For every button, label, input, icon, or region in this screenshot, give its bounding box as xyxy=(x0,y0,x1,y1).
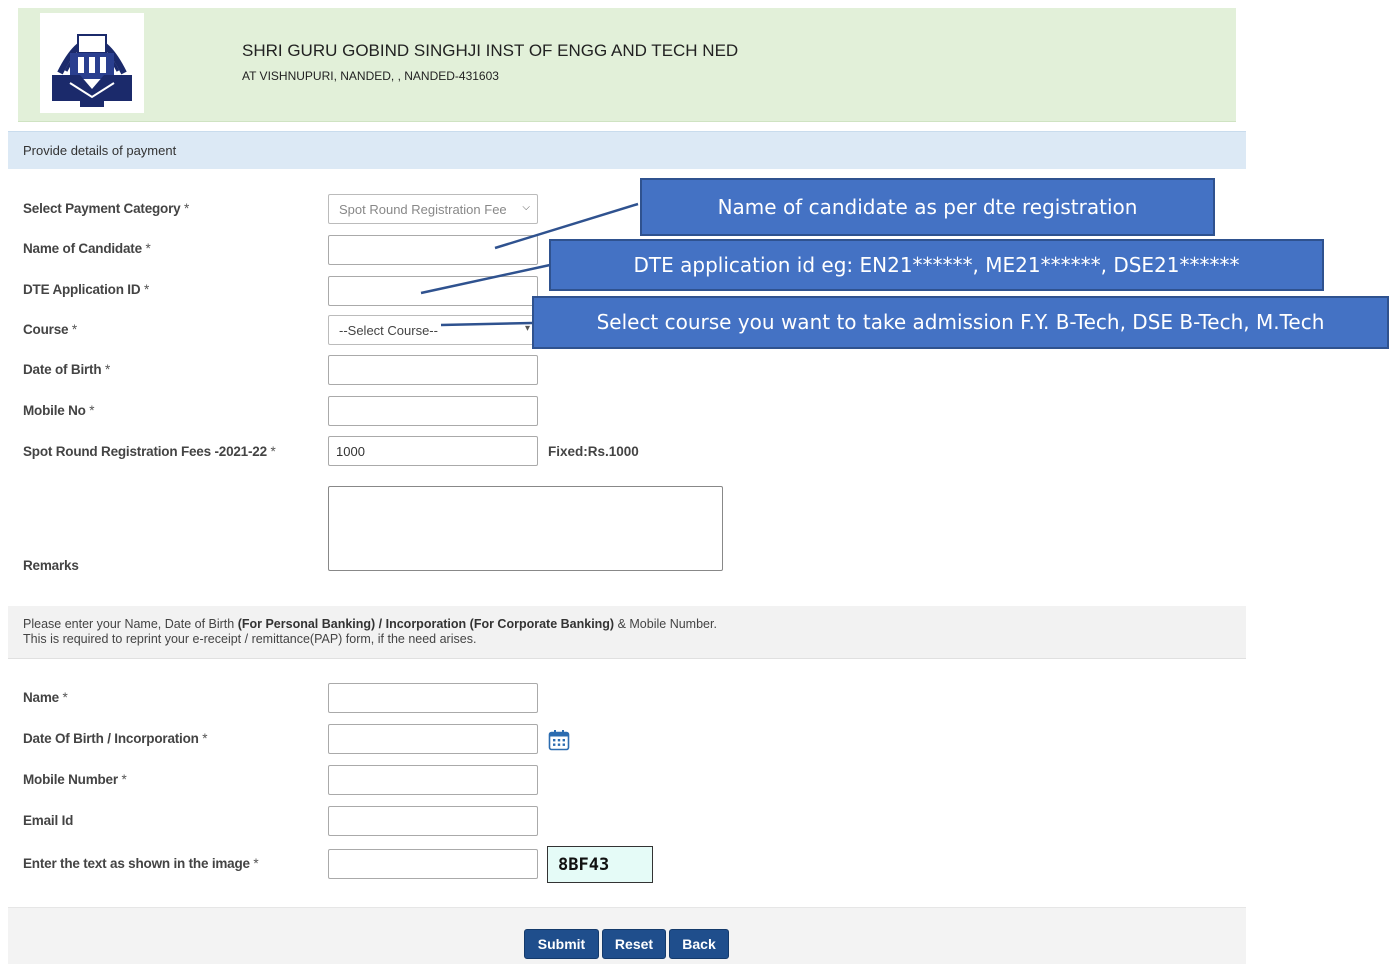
fees-input[interactable] xyxy=(328,436,538,466)
dob-incorporation-input[interactable] xyxy=(328,724,538,754)
captcha-label: Enter the text as shown in the image * xyxy=(23,856,259,871)
institute-name: SHRI GURU GOBIND SINGHJI INST OF ENGG AN… xyxy=(242,41,739,60)
payment-category-value: Spot Round Registration Fee xyxy=(339,202,507,217)
callout-course: Select course you want to take admission… xyxy=(532,296,1389,349)
chevron-down-icon: ▾ xyxy=(524,323,530,334)
dte-id-label: DTE Application ID * xyxy=(23,282,150,297)
candidate-name-input[interactable] xyxy=(328,235,538,265)
mobile-number-input[interactable] xyxy=(328,765,538,795)
remarks-textarea[interactable] xyxy=(328,486,723,571)
personal-info-notice: Please enter your Name, Date of Birth (F… xyxy=(8,606,1246,659)
reset-button[interactable]: Reset xyxy=(602,929,666,959)
mobile-number-label: Mobile Number * xyxy=(23,772,127,787)
callout-dte-id-text: DTE application id eg: EN21******, ME21*… xyxy=(633,253,1240,277)
calendar-icon[interactable] xyxy=(548,729,570,751)
section-header: Provide details of payment xyxy=(8,131,1246,169)
institute-address: AT VISHNUPURI, NANDED, , NANDED-431603 xyxy=(242,69,499,83)
dob-incorporation-label: Date Of Birth / Incorporation * xyxy=(23,731,208,746)
callout-candidate-name-text: Name of candidate as per dte registratio… xyxy=(717,195,1138,219)
section-title: Provide details of payment xyxy=(23,143,177,158)
institute-emblem-logo xyxy=(40,13,144,113)
dob-input[interactable] xyxy=(328,355,538,385)
email-label: Email Id xyxy=(23,813,74,828)
name-label: Name * xyxy=(23,690,68,705)
notice-line-1: Please enter your Name, Date of Birth (F… xyxy=(23,617,717,631)
mobile-input[interactable] xyxy=(328,396,538,426)
payment-page: SHRI GURU GOBIND SINGHJI INST OF ENGG AN… xyxy=(8,0,1246,964)
institute-header: SHRI GURU GOBIND SINGHJI INST OF ENGG AN… xyxy=(18,8,1236,122)
email-input[interactable] xyxy=(328,806,538,836)
submit-button[interactable]: Submit xyxy=(524,929,599,959)
remarks-label: Remarks xyxy=(23,558,79,573)
fees-fixed-note: Fixed:Rs.1000 xyxy=(548,444,639,459)
fees-label: Spot Round Registration Fees -2021-22 * xyxy=(23,444,276,459)
course-select[interactable]: --Select Course-- ▾ xyxy=(328,315,538,345)
back-button[interactable]: Back xyxy=(669,929,729,959)
payment-category-select[interactable]: Spot Round Registration Fee ⌵ xyxy=(328,194,538,224)
callout-candidate-name: Name of candidate as per dte registratio… xyxy=(640,178,1215,236)
name-input[interactable] xyxy=(328,683,538,713)
captcha-input[interactable] xyxy=(328,849,538,879)
callout-course-text: Select course you want to take admission… xyxy=(596,310,1325,334)
candidate-name-label: Name of Candidate * xyxy=(23,241,151,256)
dob-label: Date of Birth * xyxy=(23,362,111,377)
callout-dte-id: DTE application id eg: EN21******, ME21*… xyxy=(549,239,1324,291)
payment-category-label: Select Payment Category * xyxy=(23,201,190,216)
chevron-down-icon: ⌵ xyxy=(522,202,530,213)
course-value: --Select Course-- xyxy=(339,323,438,338)
course-label: Course * xyxy=(23,322,77,337)
notice-line-2: This is required to reprint your e-recei… xyxy=(23,632,477,646)
mobile-label: Mobile No * xyxy=(23,403,95,418)
dte-id-input[interactable] xyxy=(328,276,538,306)
captcha-image: 8BF43 xyxy=(547,846,653,883)
